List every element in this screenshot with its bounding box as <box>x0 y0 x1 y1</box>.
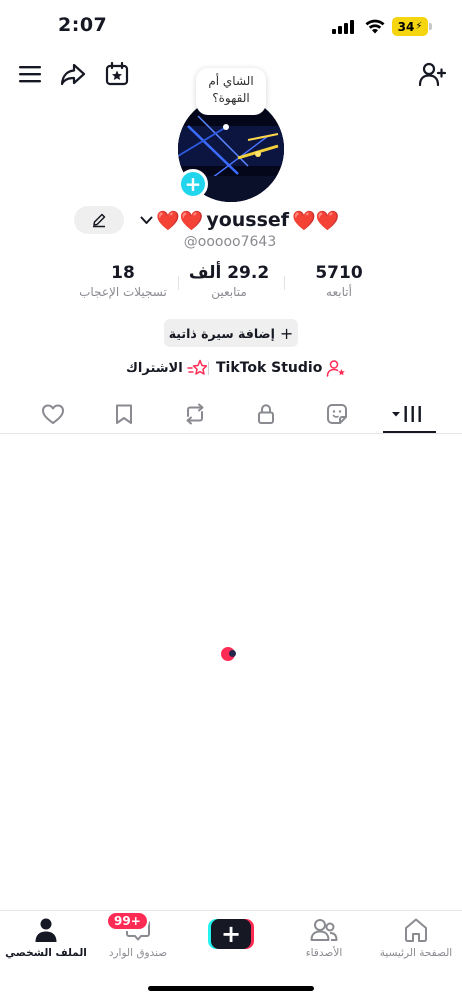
add-story-button[interactable]: + <box>178 169 208 199</box>
heart-icon <box>42 404 64 424</box>
creator-icon <box>327 360 346 377</box>
tiktok-studio-link[interactable]: TikTok Studio <box>216 356 346 380</box>
plus-icon: + <box>211 919 251 949</box>
display-name-row[interactable]: ❤️❤️ youssef ❤️❤️ <box>140 206 339 234</box>
username: @ooooo7643 <box>183 234 277 250</box>
tab-stickers[interactable] <box>317 398 357 430</box>
plus-icon: + <box>279 323 294 343</box>
tab-videos[interactable] <box>389 398 429 430</box>
stat-followers[interactable]: 29.2 ألف متابعين <box>174 263 284 299</box>
active-tab-indicator <box>383 431 436 433</box>
grid-icon <box>392 406 421 422</box>
nav-home[interactable]: الصفحة الرئيسية <box>370 915 462 965</box>
note-text: الشاي أم القهوة؟ <box>208 74 254 105</box>
name-emoji-right: ❤️❤️ <box>292 209 340 232</box>
signal-icon <box>332 20 354 34</box>
nav-home-label: الصفحة الرئيسية <box>379 947 453 959</box>
tiktok-studio-label: TikTok Studio <box>216 360 323 376</box>
bookmark-icon <box>116 404 132 424</box>
home-icon <box>403 915 429 945</box>
tab-reposts[interactable] <box>175 398 215 430</box>
battery-cap <box>429 23 432 30</box>
status-time: 2:07 <box>58 14 108 36</box>
name-emoji-left: ❤️❤️ <box>156 209 204 232</box>
tab-favorites[interactable] <box>104 398 144 430</box>
stat-value: 18 <box>111 263 135 283</box>
battery-level: 34 <box>397 19 415 34</box>
stat-label: أتابعه <box>326 285 352 299</box>
stat-label: متابعين <box>211 285 247 299</box>
friends-icon <box>310 915 338 945</box>
links-row: الاشتراك TikTok Studio <box>0 356 462 380</box>
star-icon <box>186 359 207 375</box>
stat-value: 29.2 ألف <box>188 263 270 283</box>
sticker-icon <box>327 404 347 424</box>
stat-following[interactable]: 5710 أتابعه <box>284 263 394 299</box>
add-user-icon[interactable] <box>418 60 446 88</box>
repost-icon <box>186 403 204 425</box>
nav-profile-label: الملف الشخصي <box>5 947 87 959</box>
nav-inbox-label: صندوق الوارد <box>108 947 168 959</box>
home-indicator <box>148 986 314 991</box>
loader-dot-dark <box>229 650 236 657</box>
nav-friends[interactable]: الأصدقاء <box>278 915 370 965</box>
note-bubble[interactable]: الشاي أم القهوة؟ <box>196 68 266 115</box>
battery-indicator: 34 ⚡ <box>392 17 428 36</box>
add-bio-button[interactable]: + إضافة سيرة ذاتية <box>164 319 298 347</box>
chevron-down-icon[interactable] <box>140 213 153 227</box>
create-button[interactable]: + <box>208 919 254 949</box>
status-bar: 2:07 34 ⚡ <box>0 0 462 56</box>
display-name: youssef <box>206 209 290 231</box>
wifi-icon <box>364 17 386 39</box>
menu-icon[interactable] <box>16 60 44 88</box>
tab-liked[interactable] <box>33 398 73 430</box>
stat-label: تسجيلات الإعجاب <box>79 285 167 299</box>
subscribe-link[interactable]: الاشتراك <box>126 356 207 380</box>
nav-friends-label: الأصدقاء <box>305 947 343 959</box>
nav-profile[interactable]: الملف الشخصي <box>0 915 92 965</box>
note-bubble-tail <box>223 124 229 130</box>
profile-tabs <box>0 396 462 434</box>
share-icon[interactable] <box>59 60 87 88</box>
calendar-star-icon[interactable] <box>103 60 131 88</box>
add-bio-label: إضافة سيرة ذاتية <box>168 325 275 341</box>
stat-value: 5710 <box>315 263 363 283</box>
links-divider <box>208 362 209 375</box>
edit-profile-button[interactable] <box>74 206 124 234</box>
inbox-badge: 99+ <box>106 911 149 931</box>
person-filled-icon <box>34 915 58 945</box>
subscribe-label: الاشتراك <box>126 360 183 376</box>
lock-icon <box>258 404 274 424</box>
loading-indicator <box>221 647 239 661</box>
pencil-icon <box>93 213 106 228</box>
charging-icon: ⚡ <box>415 21 423 32</box>
stat-likes[interactable]: 18 تسجيلات الإعجاب <box>68 263 178 299</box>
tab-private[interactable] <box>246 398 286 430</box>
